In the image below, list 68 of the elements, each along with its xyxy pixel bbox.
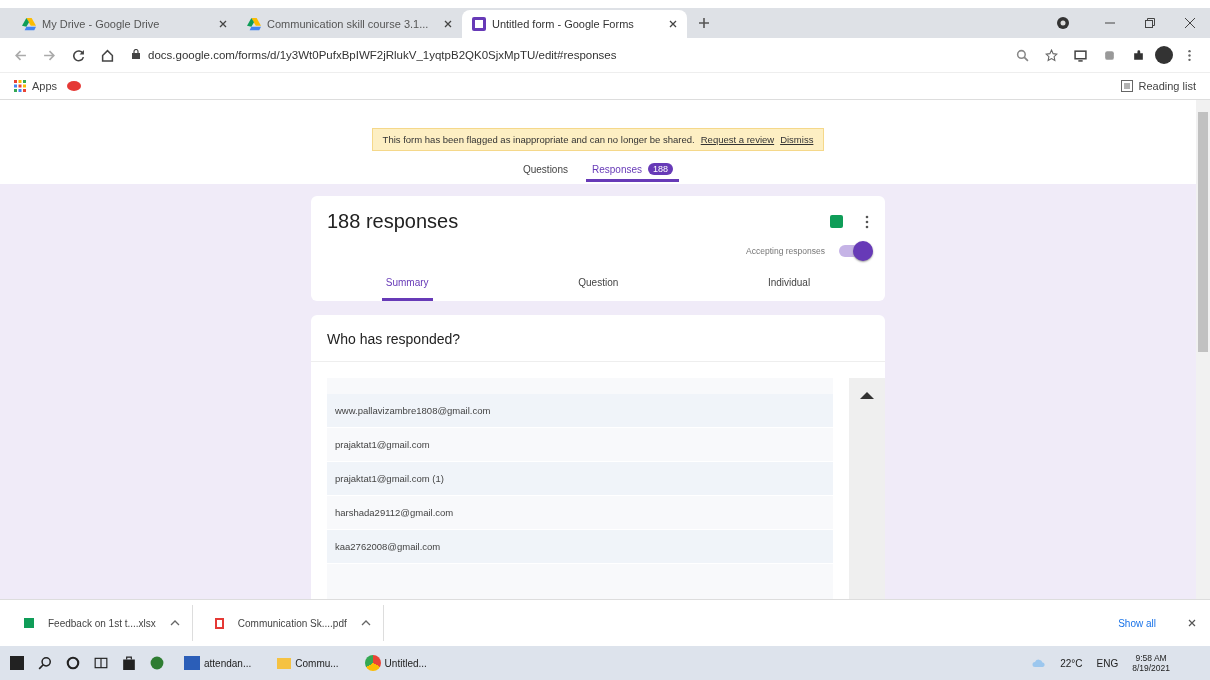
folder-icon — [277, 657, 292, 669]
language-indicator[interactable]: ENG — [1096, 657, 1119, 669]
bookmark-icon[interactable] — [67, 81, 82, 91]
avatar-icon[interactable] — [1155, 46, 1173, 64]
drive-icon — [247, 17, 261, 31]
browser-tab[interactable]: Untitled form - Google Forms — [462, 10, 687, 38]
tab-label: Questions — [522, 163, 568, 175]
page-scrollbar[interactable] — [1196, 100, 1210, 599]
section-title: Who has responded? — [311, 315, 885, 362]
close-icon[interactable] — [669, 20, 677, 28]
star-icon[interactable] — [1045, 48, 1058, 62]
home-icon[interactable] — [101, 48, 114, 62]
temperature[interactable]: 22°C — [1060, 657, 1083, 669]
clock[interactable]: 9:58 AM 8/19/2021 — [1132, 653, 1170, 673]
close-icon[interactable] — [219, 20, 227, 28]
banner-link[interactable]: Request a review — [700, 134, 775, 145]
apps-grid-icon — [14, 80, 26, 92]
reload-icon[interactable] — [72, 48, 85, 62]
email-row: prajaktat1@gmail.com (1) — [327, 462, 833, 496]
scroll-up-icon[interactable] — [860, 392, 874, 399]
chrome-icon — [364, 655, 381, 671]
download-item[interactable]: Feedback on 1st t....xlsx — [14, 605, 193, 641]
restore-icon[interactable] — [1145, 18, 1155, 28]
browser-tab[interactable]: My Drive - Google Drive — [12, 10, 237, 38]
drive-icon — [22, 17, 36, 31]
word-icon — [184, 656, 200, 670]
pdf-icon — [214, 617, 224, 629]
view-tab[interactable]: Question — [574, 271, 623, 301]
address-field[interactable]: docs.google.com/forms/d/1y3Wt0PufxBpIWF2jRlukV_1yqtpB2QK0SjxMpTU/edit#responses — [124, 49, 1006, 61]
apps-bookmark[interactable]: Apps — [14, 80, 58, 92]
list-icon — [1120, 80, 1133, 92]
download-item[interactable]: Communication Sk....pdf — [204, 605, 384, 641]
banner-link[interactable]: Dismiss — [780, 134, 814, 145]
count-badge: 188 — [648, 163, 674, 175]
circle-icon[interactable] — [66, 656, 80, 670]
caret-icon[interactable] — [360, 620, 371, 626]
caret-icon[interactable] — [169, 620, 180, 626]
browser-tab[interactable]: Communication skill course 3.1... — [237, 10, 462, 38]
banner-message: This form has been flagged as inappropriate and can no longer be shared. — [382, 134, 695, 145]
view-tab[interactable]: Summary — [381, 271, 433, 301]
more-icon[interactable] — [865, 214, 869, 229]
taskbar-app[interactable]: Commu... — [271, 657, 345, 669]
forms-icon — [472, 17, 486, 31]
account-icon[interactable] — [1056, 16, 1070, 30]
app-icon[interactable] — [150, 656, 164, 670]
close-icon[interactable] — [1188, 619, 1196, 627]
new-tab-icon[interactable] — [699, 18, 709, 28]
accepting-label: Accepting responses — [746, 246, 825, 256]
cast-icon[interactable] — [1074, 48, 1087, 62]
email-row: www.pallavizambre1808@gmail.com — [327, 394, 833, 428]
extension-icon[interactable] — [1103, 48, 1116, 62]
scrollbar[interactable] — [849, 378, 885, 599]
responses-title: 188 responses — [327, 210, 459, 233]
taskbar-app[interactable]: attendan... — [178, 656, 258, 670]
show-all-link[interactable]: Show all — [1118, 617, 1156, 629]
tab-label: Responses — [592, 163, 642, 175]
close-icon[interactable] — [444, 20, 452, 28]
close-icon[interactable] — [1185, 18, 1195, 28]
taskbar-app[interactable]: Untitled... — [358, 655, 433, 671]
task-view-icon[interactable] — [94, 656, 108, 670]
view-tab[interactable]: Individual — [763, 271, 815, 301]
spreadsheet-icon — [24, 618, 34, 628]
search-icon[interactable] — [38, 656, 52, 670]
lock-icon[interactable] — [132, 49, 140, 59]
email-row: kaa2762008@gmail.com — [327, 530, 833, 564]
bag-icon[interactable] — [122, 656, 136, 670]
reading-list-button[interactable]: Reading list — [1120, 80, 1196, 92]
form-tab[interactable]: Questions — [516, 159, 574, 182]
